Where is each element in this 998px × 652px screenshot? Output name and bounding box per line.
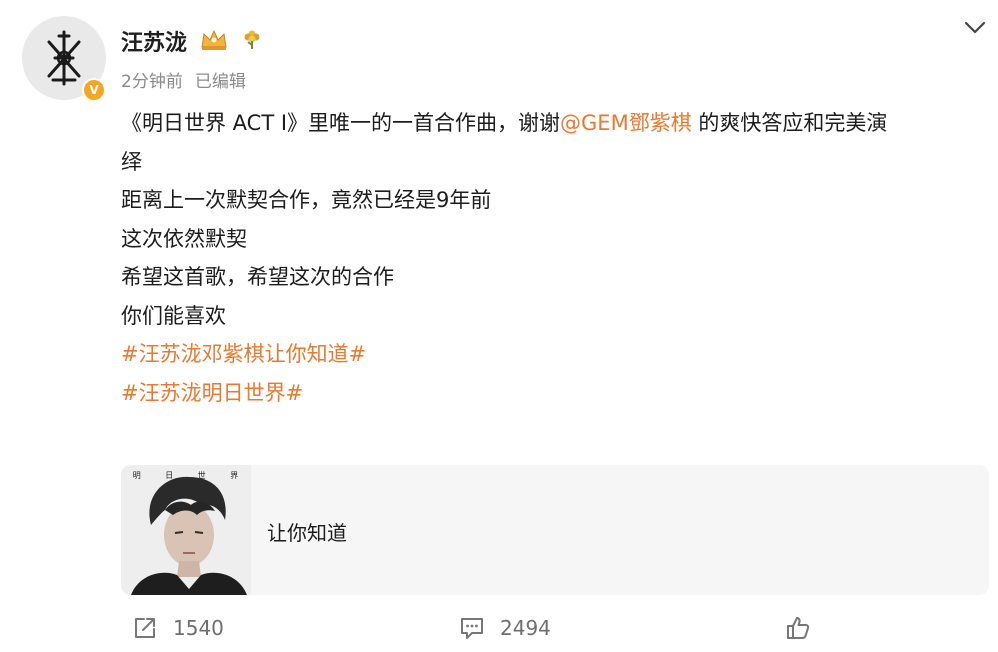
content-line-4: 这次依然默契 (121, 226, 247, 251)
comment-icon (461, 618, 483, 639)
content-line-3: 距离上一次默契合作，竟然已经是9年前 (121, 188, 492, 212)
flower-badge-icon[interactable] (240, 26, 264, 50)
content-line-2: 绎 (121, 149, 142, 174)
hashtag-link[interactable]: #汪苏泷邓紫棋让你知道# (121, 335, 991, 374)
author-name[interactable]: 汪苏泷 (121, 25, 187, 57)
cover-caption-char: 界 (230, 471, 240, 480)
cover-caption-char: 世 (197, 471, 207, 480)
cover-caption-char: 日 (165, 471, 175, 480)
verified-badge-icon: V (82, 78, 106, 102)
album-cover-portrait (121, 465, 251, 595)
post-content: 《明日世界 ACT I》里唯一的一首合作曲，谢谢@GEM鄧紫棋 的爽快答应和完美… (121, 104, 991, 412)
music-card[interactable]: 明 日 世 界 让你知道 (121, 465, 989, 595)
content-line-5: 希望这首歌，希望这次的合作 (121, 265, 394, 289)
avatar-logo-icon (47, 30, 81, 86)
song-title[interactable]: 让你知道 (267, 517, 347, 546)
comment-button[interactable]: 2494 (458, 613, 551, 643)
like-count-fade (820, 612, 970, 646)
crown-badge-icon[interactable] (199, 27, 229, 51)
cover-caption-char: 明 (132, 471, 142, 480)
content-text: 的爽快答应和完美演 (691, 111, 888, 135)
content-line-1: 《明日世界 ACT I》里唯一的一首合作曲，谢谢@GEM鄧紫棋 的爽快答应和完美… (121, 104, 991, 143)
comment-count: 2494 (500, 616, 551, 640)
content-line-6: 你们能喜欢 (121, 303, 226, 328)
repost-button[interactable]: 1540 (131, 613, 224, 643)
post-meta: 2分钟前 已编辑 (121, 67, 246, 92)
album-cover[interactable]: 明 日 世 界 (121, 465, 251, 595)
repost-count: 1540 (173, 616, 224, 640)
content-text: 《明日世界 ACT I》里唯一的一首合作曲，谢谢 (121, 111, 561, 135)
cover-caption: 明 日 世 界 (121, 470, 251, 481)
post-time: 2分钟前 (121, 72, 183, 92)
chevron-down-icon[interactable] (962, 18, 988, 36)
like-icon (787, 617, 810, 639)
repost-icon (135, 618, 155, 638)
edited-label[interactable]: 已编辑 (195, 72, 246, 92)
mention-link[interactable]: @GEM鄧紫棋 (560, 111, 692, 135)
hashtag-link[interactable]: #汪苏泷明日世界# (121, 374, 991, 413)
